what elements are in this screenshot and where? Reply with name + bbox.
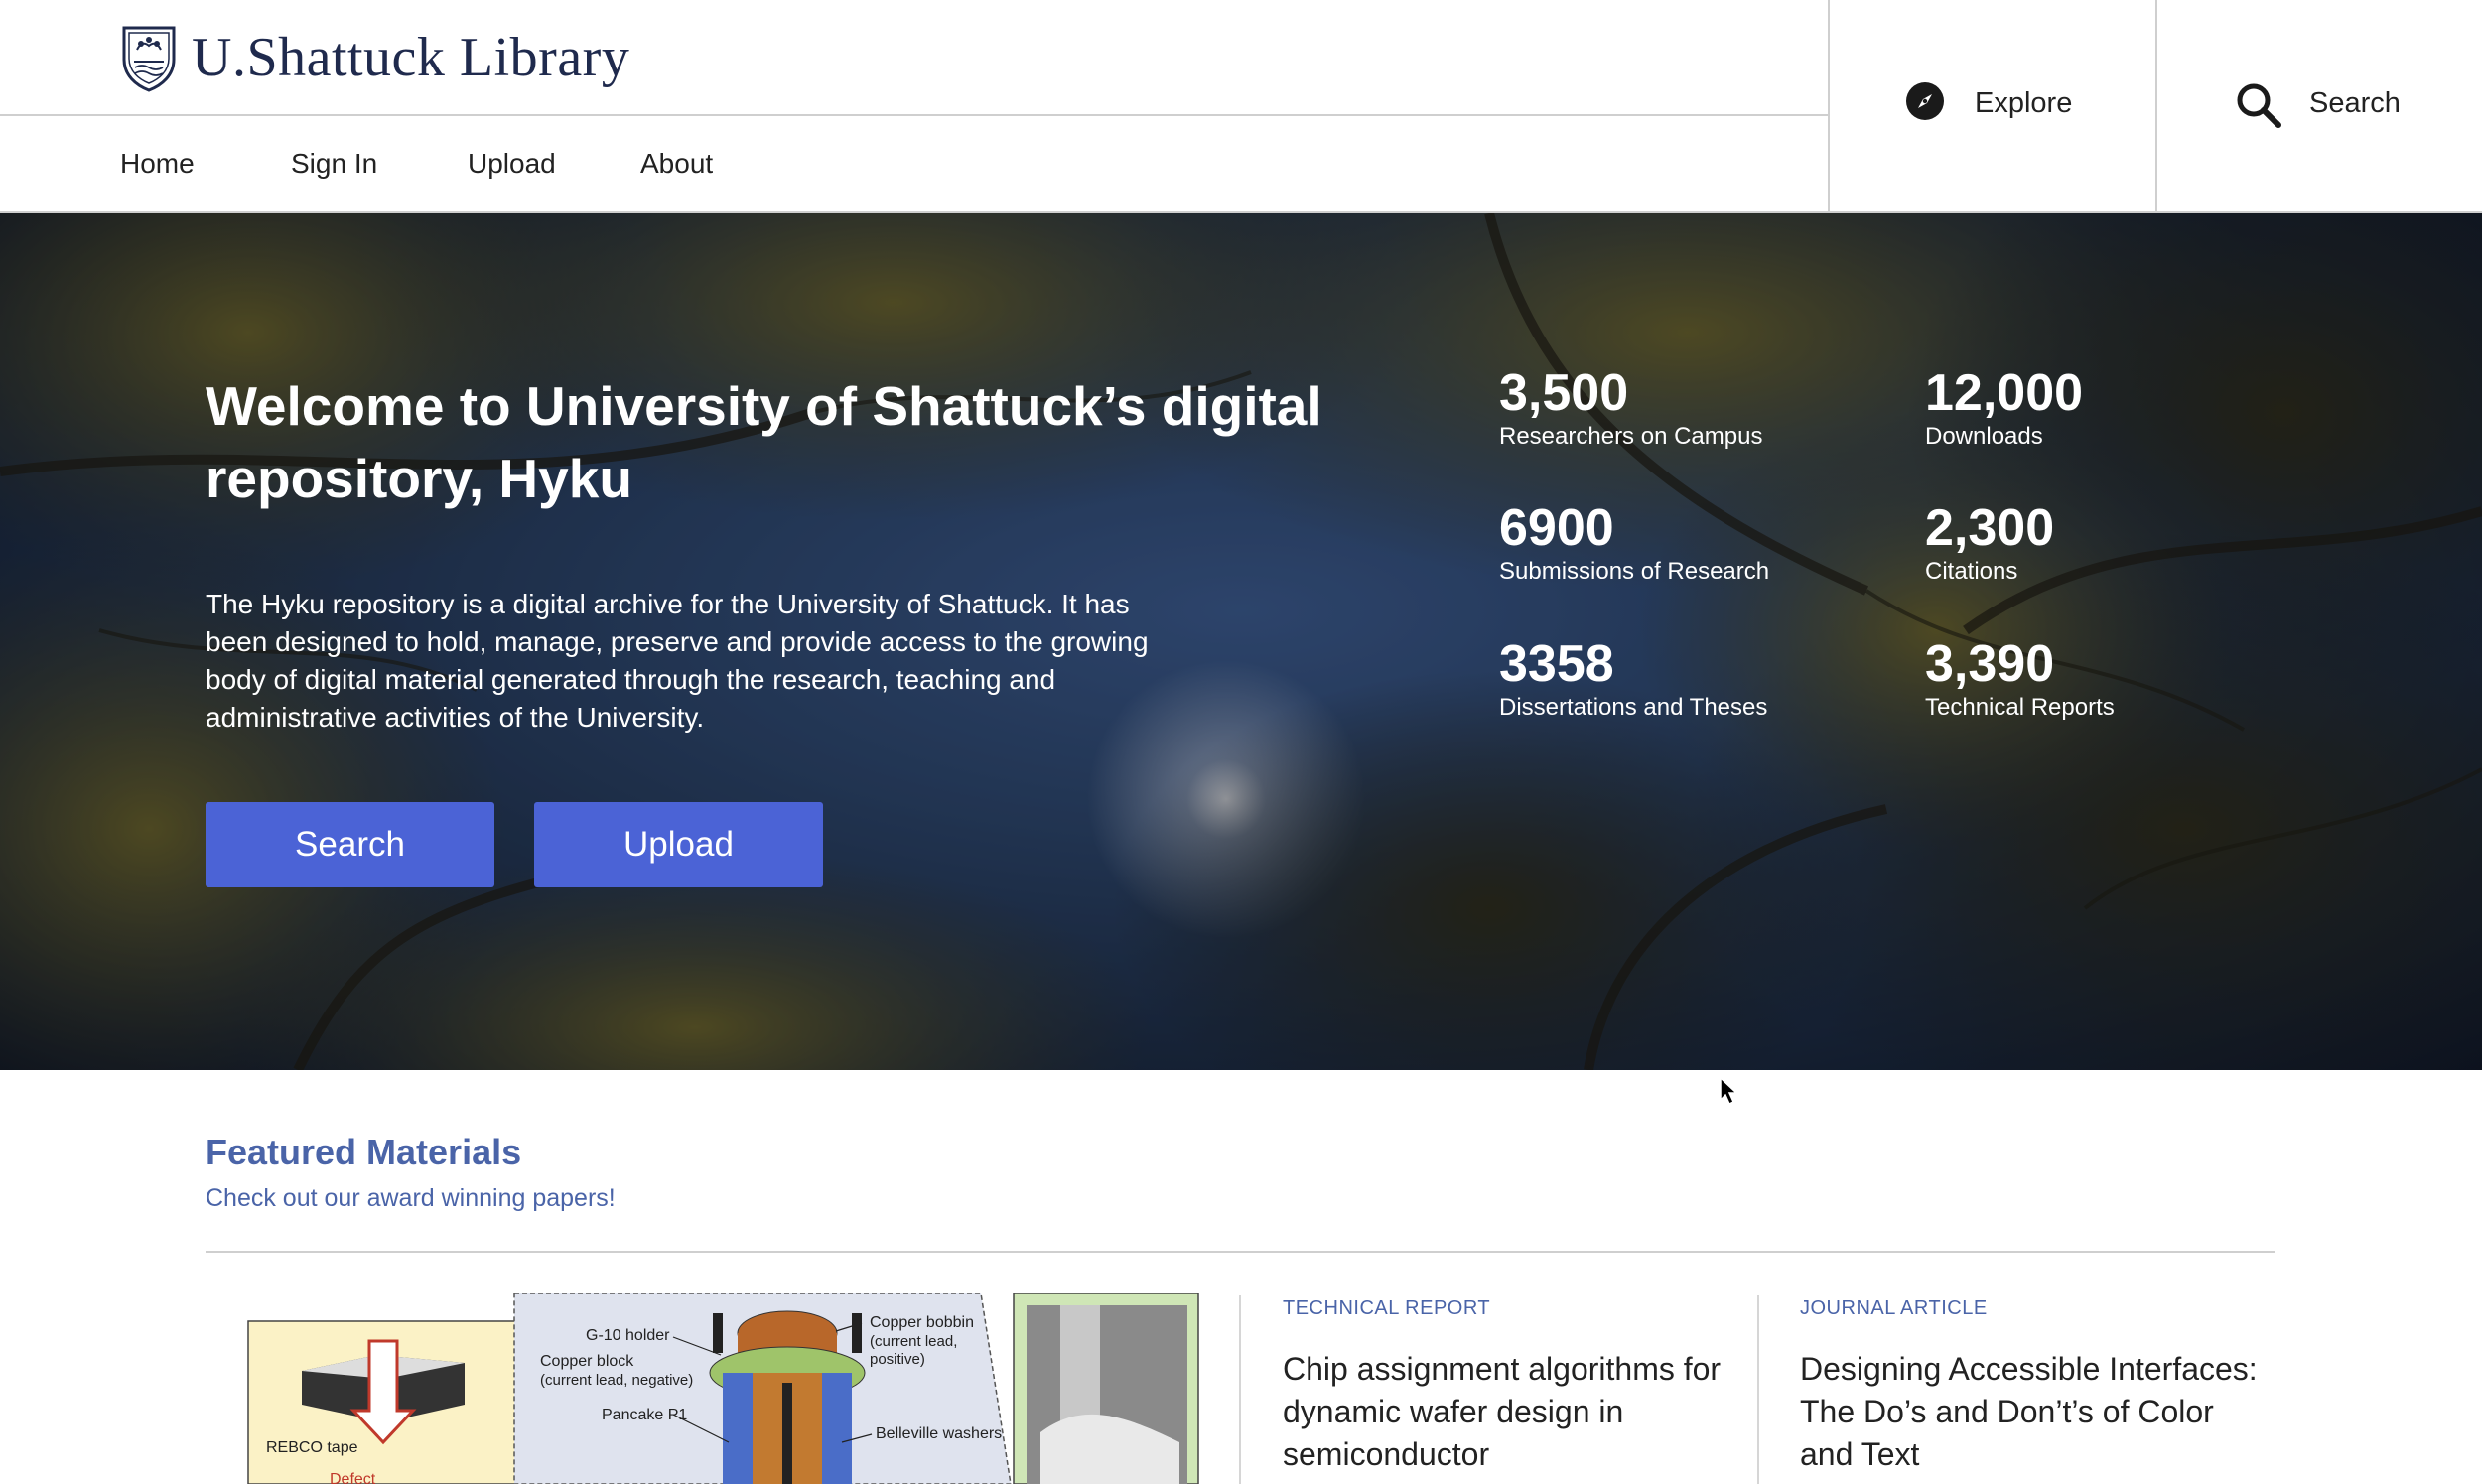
card-1-type: TECHNICAL REPORT <box>1283 1297 1491 1319</box>
card-1-title-link[interactable]: Chip assignment algorithms for dynamic w… <box>1283 1348 1749 1476</box>
nav-about-link[interactable]: About <box>640 148 713 180</box>
copper-block-label: Copper block <box>540 1353 634 1370</box>
nav-home-link[interactable]: Home <box>120 148 195 180</box>
card-2-title-link[interactable]: Designing Accessible Interfaces: The Do’… <box>1800 1348 2267 1476</box>
stat-downloads: 12,000 Downloads <box>1925 364 2083 452</box>
header-search-button[interactable]: Search <box>2155 0 2482 211</box>
featured-title: Featured Materials <box>206 1132 522 1172</box>
stat-citations: 2,300 Citations <box>1925 499 2054 587</box>
stat-researchers: 3,500 Researchers on Campus <box>1499 364 1762 452</box>
card-2-type: JOURNAL ARTICLE <box>1800 1297 1988 1319</box>
compass-icon <box>1906 82 1944 120</box>
featured-subtitle: Check out our award winning papers! <box>206 1184 616 1212</box>
stat-value: 3358 <box>1499 635 1614 693</box>
featured-paper-figure[interactable]: REBCO tape Defect G-10 holder Copper blo… <box>246 1293 1201 1484</box>
copper-bobbin-note-2: positive) <box>870 1351 925 1368</box>
stat-label: Downloads <box>1925 423 2043 450</box>
stat-label: Citations <box>1925 558 2018 585</box>
stat-value: 12,000 <box>1925 364 2084 422</box>
stat-label: Dissertations and Theses <box>1499 694 1768 721</box>
stat-value: 3,500 <box>1499 364 1629 422</box>
stat-dissertations: 3358 Dissertations and Theses <box>1499 635 1767 723</box>
stat-label: Researchers on Campus <box>1499 423 1763 450</box>
search-label: Search <box>2309 87 2401 119</box>
stat-value: 3,390 <box>1925 635 2055 693</box>
stat-submissions: 6900 Submissions of Research <box>1499 499 1769 587</box>
hero-search-button[interactable]: Search <box>206 802 494 887</box>
stat-value: 6900 <box>1499 499 1614 557</box>
copper-bobbin-note-1: (current lead, <box>870 1333 957 1350</box>
g10-label: G-10 holder <box>586 1327 670 1344</box>
nav-upload-link[interactable]: Upload <box>468 148 556 180</box>
explore-label: Explore <box>1975 87 2073 119</box>
mouse-cursor-icon <box>1720 1076 1738 1106</box>
hero-description: The Hyku repository is a digital archive… <box>206 589 1149 733</box>
search-icon <box>2237 83 2281 128</box>
rebco-label: REBCO tape <box>266 1439 358 1456</box>
stat-label: Submissions of Research <box>1499 558 1770 585</box>
belleville-label: Belleville washers <box>876 1425 1002 1442</box>
card-divider <box>1757 1295 1759 1484</box>
copper-bobbin-label: Copper bobbin <box>870 1314 974 1331</box>
site-header: U.Shattuck Library Home Sign In Upload A… <box>0 0 2482 213</box>
hero-title: Welcome to University of Shattuck’s digi… <box>206 375 1322 509</box>
card-divider <box>1239 1295 1241 1484</box>
hero-banner: Welcome to University of Shattuck’s digi… <box>0 213 2482 1070</box>
stat-technical-reports: 3,390 Technical Reports <box>1925 635 2115 723</box>
hero-upload-button[interactable]: Upload <box>534 802 823 887</box>
brand-name[interactable]: U.Shattuck Library <box>192 26 629 89</box>
stat-label: Technical Reports <box>1925 694 2115 721</box>
defect-label: Defect <box>330 1471 376 1484</box>
brand-row: U.Shattuck Library <box>0 0 1828 116</box>
explore-button[interactable]: Explore <box>1828 0 2155 211</box>
main-nav: Home Sign In Upload About <box>0 118 1828 211</box>
featured-divider <box>206 1251 2275 1253</box>
nav-sign-in-link[interactable]: Sign In <box>291 148 377 180</box>
copper-block-note: (current lead, negative) <box>540 1372 693 1389</box>
stat-value: 2,300 <box>1925 499 2055 557</box>
library-crest-icon[interactable] <box>120 24 178 93</box>
